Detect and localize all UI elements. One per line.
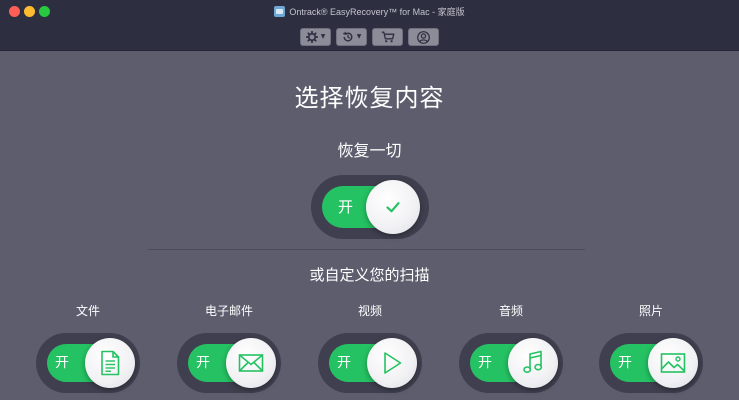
account-button[interactable] — [408, 28, 439, 46]
toggle-knob[interactable] — [367, 338, 417, 388]
toggle-on-label: 开 — [196, 355, 210, 371]
toggle-knob[interactable] — [226, 338, 276, 388]
chevron-down-icon: ▼ — [356, 33, 362, 40]
page-title: 选择恢复内容 — [294, 84, 445, 112]
category-label: 视频 — [357, 304, 382, 318]
history-button[interactable]: ▼ — [336, 28, 367, 46]
toggle-knob[interactable] — [508, 338, 558, 388]
cart-icon — [381, 31, 394, 43]
toggle-knob[interactable] — [366, 180, 420, 234]
app-icon — [274, 5, 286, 17]
recover-all-toggle[interactable]: 开 — [311, 175, 429, 239]
recover-all-label: 恢复一切 — [337, 141, 402, 160]
toggle-on-label: 开 — [478, 355, 492, 371]
history-icon — [342, 31, 353, 42]
category-video: 视频 开 — [318, 300, 422, 400]
photo-icon — [660, 353, 686, 373]
toolbar: ▼ ▼ — [0, 28, 739, 46]
category-documents: 文件 开 — [36, 300, 140, 400]
photos-toggle[interactable]: 开 — [599, 333, 703, 393]
music-note-icon — [523, 350, 543, 373]
section-divider — [148, 249, 585, 250]
category-audio: 音频 开 — [459, 300, 563, 400]
category-label: 照片 — [638, 304, 663, 318]
play-icon — [384, 352, 402, 374]
email-toggle[interactable]: 开 — [177, 333, 281, 393]
user-icon — [417, 30, 430, 44]
settings-button[interactable]: ▼ — [300, 28, 331, 46]
documents-toggle[interactable]: 开 — [36, 333, 140, 393]
toggle-on-label: 开 — [337, 355, 351, 371]
document-icon — [101, 350, 120, 376]
app-window: Ontrack® EasyRecovery™ for Mac - 家庭版 ▼ ▼… — [0, 0, 739, 400]
toggle-knob[interactable] — [648, 338, 698, 388]
toggle-on-label: 开 — [55, 355, 69, 371]
category-label: 文件 — [75, 304, 100, 318]
window-title: Ontrack® EasyRecovery™ for Mac - 家庭版 — [289, 6, 465, 17]
email-icon — [238, 354, 264, 372]
cart-button[interactable] — [372, 28, 403, 46]
video-toggle[interactable]: 开 — [318, 333, 422, 393]
category-label: 音频 — [498, 304, 523, 318]
category-label: 电子邮件 — [204, 304, 253, 318]
title-bar: Ontrack® EasyRecovery™ for Mac - 家庭版 ▼ ▼ — [0, 0, 739, 51]
toggle-on-label: 开 — [618, 355, 632, 371]
toggle-knob[interactable] — [85, 338, 135, 388]
audio-toggle[interactable]: 开 — [459, 333, 563, 393]
checkmark-icon — [386, 202, 400, 213]
category-photos: 照片 开 — [599, 300, 703, 400]
category-email: 电子邮件 开 — [177, 300, 281, 400]
custom-scan-label: 或自定义您的扫描 — [309, 266, 430, 284]
toggle-on-label: 开 — [338, 198, 354, 216]
gear-icon — [305, 31, 318, 43]
window-title-area: Ontrack® EasyRecovery™ for Mac - 家庭版 — [0, 3, 739, 19]
chevron-down-icon: ▼ — [320, 33, 326, 40]
